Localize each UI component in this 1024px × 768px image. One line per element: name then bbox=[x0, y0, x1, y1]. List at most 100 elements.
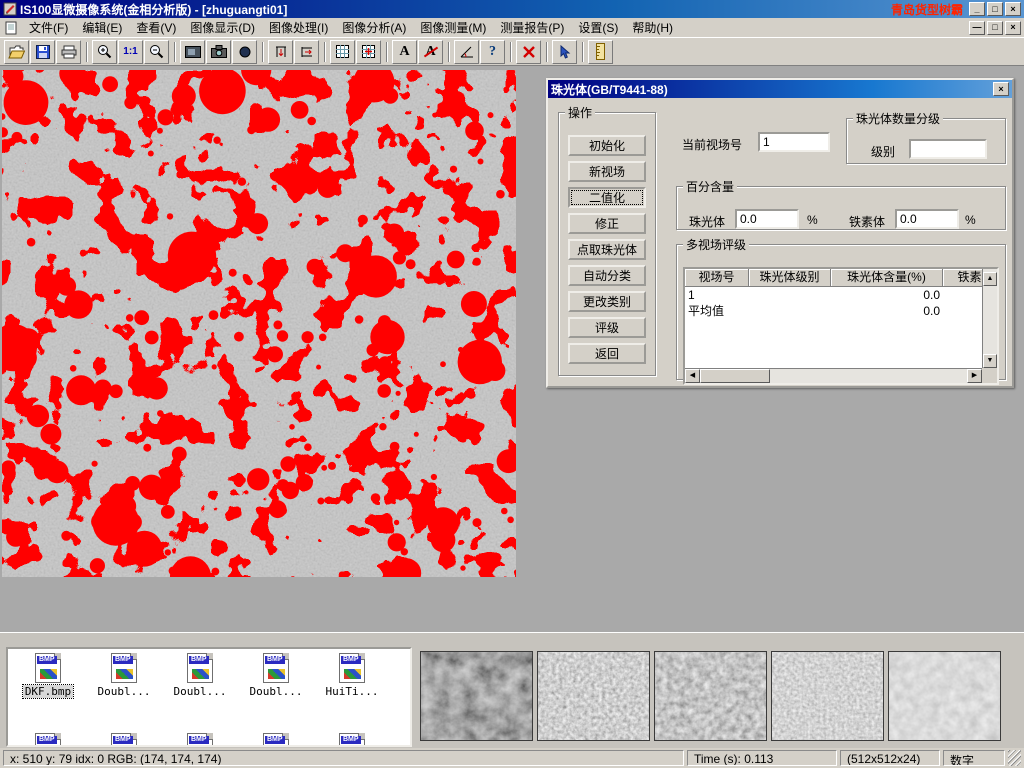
menu-item[interactable]: 图像测量(M) bbox=[413, 17, 493, 38]
op-button[interactable]: 新视场 bbox=[568, 161, 646, 182]
menu-item[interactable]: 帮助(H) bbox=[625, 17, 680, 38]
preview-thumbnail[interactable] bbox=[420, 651, 533, 741]
bmp-thumbnail-art bbox=[344, 669, 361, 679]
bmp-thumbnail-art bbox=[268, 669, 285, 679]
file-item[interactable]: BMP bbox=[164, 733, 236, 747]
angle-icon[interactable] bbox=[454, 40, 479, 64]
menu-bar: 文件(F)编辑(E)查看(V)图像显示(D)图像处理(I)图像分析(A)图像测量… bbox=[0, 18, 1024, 38]
help-icon[interactable]: ? bbox=[480, 40, 505, 64]
table-cell bbox=[749, 303, 831, 319]
table-header-cell[interactable]: 珠光体含量(%) bbox=[831, 269, 943, 287]
scroll-down-icon[interactable]: ▼ bbox=[983, 354, 997, 368]
ferrite-label: 铁素体 bbox=[849, 213, 885, 230]
table-cell bbox=[749, 287, 831, 303]
watermark-text: 青岛货型树霸 bbox=[891, 1, 963, 18]
resize-grip[interactable] bbox=[1008, 750, 1021, 766]
caliper-arrow-icon[interactable] bbox=[294, 40, 319, 64]
file-item[interactable]: BMPDoubl... bbox=[88, 653, 160, 698]
op-button[interactable]: 初始化 bbox=[568, 135, 646, 156]
menu-item[interactable]: 文件(F) bbox=[22, 17, 75, 38]
print-icon[interactable] bbox=[56, 40, 81, 64]
bmp-file-icon: BMP bbox=[339, 733, 365, 747]
file-item[interactable]: BMP bbox=[12, 733, 84, 747]
dialog-title-bar[interactable]: 珠光体(GB/T9441-88) × bbox=[548, 80, 1012, 98]
bmp-label: BMP bbox=[113, 656, 133, 664]
preview-thumbnail[interactable] bbox=[537, 651, 650, 741]
file-item[interactable]: BMPDoubl... bbox=[240, 653, 312, 698]
file-item[interactable]: BMP bbox=[240, 733, 312, 747]
menu-item[interactable]: 图像分析(A) bbox=[335, 17, 413, 38]
preview-thumbnail[interactable] bbox=[888, 651, 1001, 741]
preview-thumbnail[interactable] bbox=[771, 651, 884, 741]
mdi-child-icon[interactable] bbox=[5, 21, 18, 35]
actual-size-icon[interactable]: 1:1 bbox=[118, 40, 143, 64]
minimize-button[interactable]: _ bbox=[969, 2, 985, 16]
dialog-close-button[interactable]: × bbox=[993, 82, 1009, 96]
menu-item[interactable]: 测量报告(P) bbox=[493, 17, 571, 38]
pointer-icon[interactable] bbox=[552, 40, 577, 64]
bmp-label: BMP bbox=[265, 736, 285, 744]
table-row[interactable]: 10.0 bbox=[685, 287, 982, 303]
status-bar: x: 510 y: 79 idx: 0 RGB: (174, 174, 174)… bbox=[0, 748, 1024, 768]
app-icon bbox=[3, 2, 17, 16]
title-bar: IS100显微摄像系统(金相分析版) - [zhuguangti01] 青岛货型… bbox=[0, 0, 1024, 18]
file-item[interactable]: BMP bbox=[88, 733, 160, 747]
maximize-button[interactable]: □ bbox=[987, 2, 1003, 16]
menu-item[interactable]: 设置(S) bbox=[571, 17, 625, 38]
camera-icon[interactable] bbox=[206, 40, 231, 64]
dialog-title: 珠光体(GB/T9441-88) bbox=[551, 81, 668, 98]
ferrite-percent-input[interactable] bbox=[895, 209, 959, 229]
micrograph-image[interactable] bbox=[2, 70, 516, 577]
op-button[interactable]: 自动分类 bbox=[568, 265, 646, 286]
capture-icon[interactable] bbox=[180, 40, 205, 64]
scroll-up-icon[interactable]: ▲ bbox=[983, 272, 997, 286]
table-header-cell[interactable]: 铁素 bbox=[943, 269, 982, 287]
table-row[interactable]: 平均值0.0 bbox=[685, 303, 982, 319]
pearlite-percent-input[interactable] bbox=[735, 209, 799, 229]
grid-add-icon[interactable] bbox=[356, 40, 381, 64]
file-item[interactable]: BMPDoubl... bbox=[164, 653, 236, 698]
vertical-scrollbar[interactable]: ▲ ▼ bbox=[982, 269, 997, 368]
delete-measure-icon[interactable] bbox=[516, 40, 541, 64]
horizontal-scrollbar[interactable]: ◀ ▶ bbox=[685, 368, 982, 383]
menu-item[interactable]: 图像处理(I) bbox=[262, 17, 335, 38]
scroll-left-icon[interactable]: ◀ bbox=[685, 369, 700, 383]
ruler-icon[interactable] bbox=[588, 40, 613, 64]
status-time: Time (s): 0.113 bbox=[687, 750, 837, 766]
op-button[interactable]: 更改类别 bbox=[568, 291, 646, 312]
mdi-minimize-button[interactable]: — bbox=[969, 21, 985, 35]
text-tool-icon[interactable]: A bbox=[392, 40, 417, 64]
current-field-input[interactable] bbox=[758, 132, 830, 152]
target-icon[interactable] bbox=[232, 40, 257, 64]
menu-item[interactable]: 编辑(E) bbox=[75, 17, 129, 38]
close-button[interactable]: × bbox=[1005, 2, 1021, 16]
file-item[interactable]: BMP bbox=[316, 733, 388, 747]
scroll-right-icon[interactable]: ▶ bbox=[967, 369, 982, 383]
measure-grid-icon[interactable] bbox=[330, 40, 355, 64]
mdi-close-button[interactable]: × bbox=[1005, 21, 1021, 35]
op-button[interactable]: 修正 bbox=[568, 213, 646, 234]
open-file-icon[interactable] bbox=[4, 40, 29, 64]
table-header-cell[interactable]: 视场号 bbox=[685, 269, 749, 287]
pearlite-unit: % bbox=[807, 213, 818, 227]
save-icon[interactable] bbox=[30, 40, 55, 64]
file-item[interactable]: BMPDKF.bmp bbox=[12, 653, 84, 698]
file-item[interactable]: BMPHuiTi... bbox=[316, 653, 388, 698]
scrollbar-thumb[interactable] bbox=[700, 369, 770, 383]
text-delete-icon[interactable]: A bbox=[418, 40, 443, 64]
caliper-icon[interactable] bbox=[268, 40, 293, 64]
op-button[interactable]: 点取珠光体 bbox=[568, 239, 646, 260]
bmp-label: BMP bbox=[37, 736, 57, 744]
level-input[interactable] bbox=[909, 139, 987, 159]
zoom-in-icon[interactable] bbox=[92, 40, 117, 64]
mdi-restore-button[interactable]: □ bbox=[987, 21, 1003, 35]
op-button[interactable]: 返回 bbox=[568, 343, 646, 364]
table-header-cell[interactable]: 珠光体级别 bbox=[749, 269, 831, 287]
menu-item[interactable]: 查看(V) bbox=[129, 17, 183, 38]
zoom-out-icon[interactable] bbox=[144, 40, 169, 64]
menu-item[interactable]: 图像显示(D) bbox=[183, 17, 262, 38]
preview-thumbnail[interactable] bbox=[654, 651, 767, 741]
op-button[interactable]: 二值化 bbox=[568, 187, 646, 208]
bmp-label: BMP bbox=[189, 736, 209, 744]
op-button[interactable]: 评级 bbox=[568, 317, 646, 338]
